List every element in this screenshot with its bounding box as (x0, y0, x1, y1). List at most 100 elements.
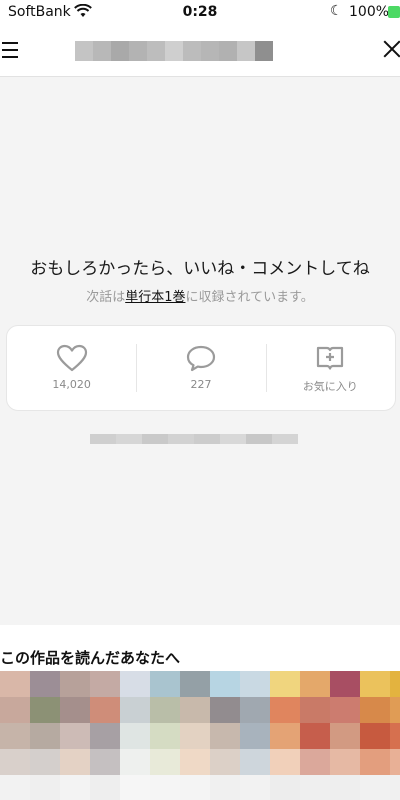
thumbnail-tile[interactable] (0, 671, 30, 697)
pixelated-text-block (142, 434, 168, 444)
thumbnail-tile[interactable] (360, 671, 390, 697)
thumbnail-tile[interactable] (210, 671, 240, 697)
thumbnail-tile[interactable] (330, 749, 360, 775)
menu-icon[interactable] (2, 42, 18, 58)
thumbnail-tile[interactable] (390, 749, 400, 775)
thumbnail-tile[interactable] (270, 697, 300, 723)
like-button[interactable]: 14,020 (7, 326, 136, 410)
bookmark-plus-icon (317, 346, 344, 370)
thumbnail-tile[interactable] (120, 697, 150, 723)
thumbnail-tile[interactable] (390, 775, 400, 800)
thumbnail-tile[interactable] (240, 749, 270, 775)
thumbnail-tile[interactable] (0, 775, 30, 800)
thumbnail-tile[interactable] (30, 697, 60, 723)
pixelated-text-block (272, 434, 298, 444)
thumbnail-tile[interactable] (0, 723, 30, 749)
thumbnail-tile[interactable] (90, 775, 120, 800)
title-mosaic-block (219, 41, 237, 61)
thumbnail-tile[interactable] (210, 697, 240, 723)
thumbnail-tile[interactable] (360, 749, 390, 775)
thumbnail-tile[interactable] (270, 749, 300, 775)
thumbnail-tile[interactable] (330, 671, 360, 697)
thumbnail-tile[interactable] (390, 697, 400, 723)
title-mosaic-block (183, 41, 201, 61)
thumbnail-tile[interactable] (150, 749, 180, 775)
thumbnail-tile[interactable] (300, 671, 330, 697)
thumbnail-row (0, 723, 400, 749)
title-mosaic-block (147, 41, 165, 61)
recommendation-section: この作品を読んだあなたへ (0, 625, 400, 800)
favorite-button[interactable]: お気に入り (265, 326, 395, 410)
thumbnail-tile[interactable] (180, 749, 210, 775)
volume-link[interactable]: 単行本1巻 (125, 290, 185, 305)
thumbnail-tile[interactable] (390, 723, 400, 749)
thumbnail-tile[interactable] (60, 775, 90, 800)
title-mosaic-block (255, 41, 273, 61)
thumbnail-tile[interactable] (150, 671, 180, 697)
status-bar: SoftBank 0:28 ☾ 100% (0, 0, 400, 26)
pixelated-text-block (194, 434, 220, 444)
thumbnail-tile[interactable] (0, 749, 30, 775)
thumbnail-tile[interactable] (90, 723, 120, 749)
title-mosaic-block (111, 41, 129, 61)
thumbnail-tile[interactable] (180, 775, 210, 800)
thumbnail-tile[interactable] (120, 749, 150, 775)
thumbnail-tile[interactable] (330, 723, 360, 749)
thumbnail-tile[interactable] (360, 723, 390, 749)
thumbnail-tile[interactable] (240, 775, 270, 800)
thumbnail-tile[interactable] (90, 697, 120, 723)
thumbnail-tile[interactable] (180, 671, 210, 697)
speech-bubble-icon (186, 345, 216, 372)
recommendation-heading: この作品を読んだあなたへ (0, 649, 181, 667)
thumbnail-tile[interactable] (120, 775, 150, 800)
note-prefix: 次話は (86, 290, 126, 305)
thumbnail-tile[interactable] (360, 775, 390, 800)
thumbnail-tile[interactable] (30, 671, 60, 697)
title-mosaic-block (75, 41, 93, 61)
thumbnail-tile[interactable] (210, 775, 240, 800)
thumbnail-tile[interactable] (30, 749, 60, 775)
thumbnail-tile[interactable] (240, 671, 270, 697)
thumbnail-tile[interactable] (210, 749, 240, 775)
close-icon[interactable] (381, 38, 400, 60)
thumbnail-tile[interactable] (240, 697, 270, 723)
moon-icon: ☾ (330, 3, 343, 19)
thumbnail-tile[interactable] (300, 697, 330, 723)
thumbnail-tile[interactable] (210, 723, 240, 749)
thumbnail-tile[interactable] (60, 749, 90, 775)
thumbnail-tile[interactable] (150, 697, 180, 723)
thumbnail-tile[interactable] (0, 697, 30, 723)
battery-icon (388, 6, 400, 18)
thumbnail-tile[interactable] (390, 671, 400, 697)
thumbnail-tile[interactable] (60, 723, 90, 749)
thumbnail-tile[interactable] (90, 749, 120, 775)
thumbnail-tile[interactable] (270, 671, 300, 697)
thumbnail-tile[interactable] (300, 775, 330, 800)
thumbnail-tile[interactable] (60, 671, 90, 697)
thumbnail-tile[interactable] (360, 697, 390, 723)
thumbnail-tile[interactable] (270, 723, 300, 749)
thumbnail-tile[interactable] (120, 671, 150, 697)
thumbnail-tile[interactable] (30, 775, 60, 800)
comment-count: 227 (190, 378, 212, 391)
pixelated-text-line (90, 434, 298, 444)
thumbnail-tile[interactable] (150, 775, 180, 800)
thumbnail-tile[interactable] (60, 697, 90, 723)
thumbnail-tile[interactable] (240, 723, 270, 749)
thumbnail-tile[interactable] (180, 723, 210, 749)
thumbnail-tile[interactable] (330, 697, 360, 723)
title-mosaic-block (237, 41, 255, 61)
recommendation-thumbnails[interactable] (0, 671, 400, 800)
thumbnail-tile[interactable] (30, 723, 60, 749)
thumbnail-tile[interactable] (150, 723, 180, 749)
thumbnail-tile[interactable] (300, 723, 330, 749)
thumbnail-tile[interactable] (330, 775, 360, 800)
heart-icon (56, 344, 87, 372)
thumbnail-tile[interactable] (300, 749, 330, 775)
engagement-prompt: おもしろかったら、いいね・コメントしてね (30, 259, 370, 279)
thumbnail-tile[interactable] (180, 697, 210, 723)
thumbnail-tile[interactable] (270, 775, 300, 800)
comment-button[interactable]: 227 (136, 326, 265, 410)
thumbnail-tile[interactable] (90, 671, 120, 697)
thumbnail-tile[interactable] (120, 723, 150, 749)
